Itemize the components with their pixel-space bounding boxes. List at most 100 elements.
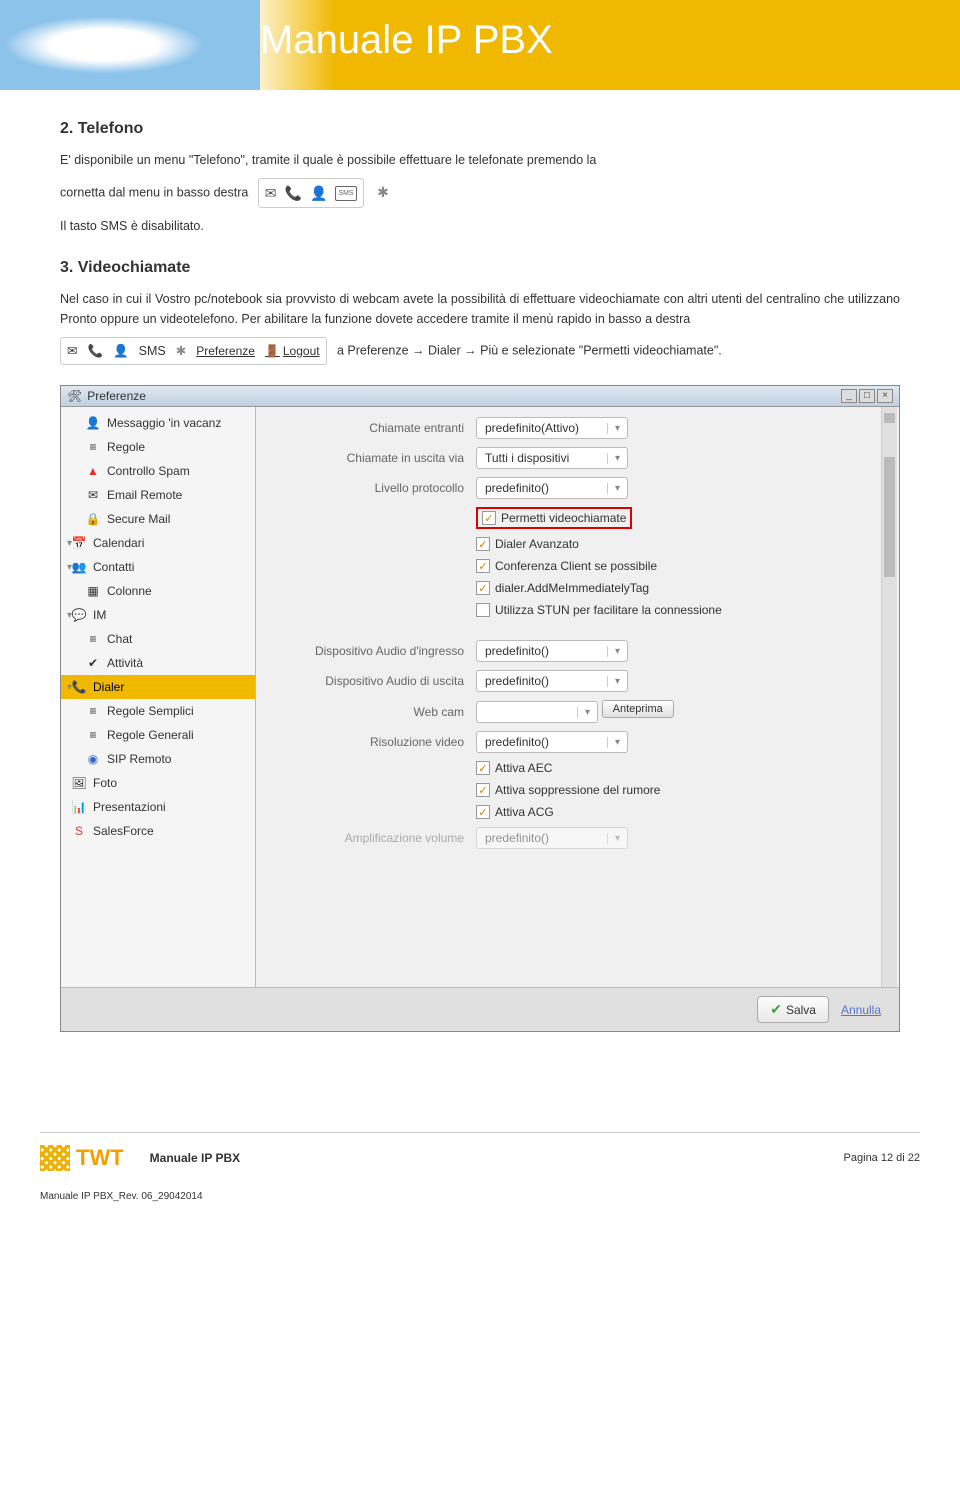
- sidebar-item[interactable]: 📊Presentazioni: [61, 795, 255, 819]
- video-res-dropdown[interactable]: predefinito()▾: [476, 731, 628, 753]
- collapse-icon[interactable]: ▾: [67, 682, 72, 693]
- allow-videocall-checkbox[interactable]: Permetti videochiamate: [482, 511, 626, 525]
- checkbox-label: Conferenza Client se possibile: [495, 559, 657, 573]
- sidebar-item[interactable]: ≡Regole Semplici: [61, 699, 255, 723]
- sms-icon[interactable]: SMS: [335, 186, 356, 201]
- sidebar-item[interactable]: ◉SIP Remoto: [61, 747, 255, 771]
- person-icon[interactable]: 👤: [310, 182, 327, 204]
- sidebar-item-dialer[interactable]: ▾📞Dialer: [61, 675, 255, 699]
- save-button[interactable]: ✔Salva: [757, 996, 829, 1023]
- text: a Preferenze → Dialer → Più e selezionat…: [337, 344, 722, 358]
- section-2-line-toolbar: cornetta dal menu in basso destra ✉ 📞 👤 …: [60, 178, 900, 208]
- incoming-calls-dropdown[interactable]: predefinito(Attivo)▾: [476, 417, 628, 439]
- header-title: Manuale IP PBX: [260, 18, 553, 63]
- field-label: Web cam: [266, 705, 476, 719]
- sidebar-item[interactable]: 🔒Secure Mail: [61, 507, 255, 531]
- chevron-down-icon: ▾: [607, 483, 627, 494]
- sidebar-item[interactable]: SSalesForce: [61, 819, 255, 843]
- phone-icon[interactable]: 📞: [87, 341, 103, 361]
- phone-icon[interactable]: 📞: [285, 182, 302, 204]
- sidebar-item[interactable]: 👤Messaggio 'in vacanz: [61, 411, 255, 435]
- dropdown-value: predefinito(): [477, 674, 607, 688]
- mail-icon: ✉: [85, 487, 101, 503]
- scrollbar[interactable]: [881, 407, 897, 987]
- footer-title: Manuale IP PBX: [150, 1151, 240, 1165]
- page-number: Pagina 12 di 22: [844, 1152, 920, 1164]
- webcam-dropdown[interactable]: ▾: [476, 701, 598, 723]
- label: Dialer: [93, 680, 124, 694]
- preferences-footer: ✔Salva Annulla: [61, 987, 899, 1031]
- client-conference-checkbox[interactable]: Conferenza Client se possibile: [476, 559, 879, 573]
- mail-icon[interactable]: ✉: [67, 341, 77, 361]
- twt-logo: TWT Manuale IP PBX: [40, 1145, 240, 1171]
- field-label: Risoluzione video: [266, 735, 476, 749]
- sidebar-item[interactable]: ≡Regole Generali: [61, 723, 255, 747]
- mail-icon[interactable]: ✉: [265, 182, 277, 204]
- sidebar-item[interactable]: ▦Colonne: [61, 579, 255, 603]
- cancel-link[interactable]: Annulla: [841, 1003, 881, 1017]
- header-cloud-image: [0, 0, 260, 90]
- preview-button[interactable]: Anteprima: [602, 700, 674, 718]
- aec-checkbox[interactable]: Attiva AEC: [476, 761, 879, 775]
- chevron-down-icon: ▾: [607, 453, 627, 464]
- close-button[interactable]: ×: [877, 389, 893, 403]
- sidebar-item[interactable]: ▲Controllo Spam: [61, 459, 255, 483]
- section-2-heading: 2. Telefono: [60, 120, 900, 138]
- checkbox-label: Attiva soppressione del rumore: [495, 783, 660, 797]
- gear-icon[interactable]: ✱: [377, 184, 389, 200]
- minimize-button[interactable]: _: [841, 389, 857, 403]
- lines-icon: ≡: [85, 727, 101, 743]
- stun-checkbox[interactable]: Utilizza STUN per facilitare la connessi…: [476, 603, 879, 617]
- dropdown-value: predefinito(Attivo): [477, 421, 607, 435]
- check-icon: ✔: [85, 655, 101, 671]
- noise-checkbox[interactable]: Attiva soppressione del rumore: [476, 783, 879, 797]
- audio-in-dropdown[interactable]: predefinito()▾: [476, 640, 628, 662]
- sidebar-item[interactable]: ▾📅Calendari: [61, 531, 255, 555]
- section-2-paragraph-1: E' disponibile un menu "Telefono", trami…: [60, 150, 900, 170]
- label: SalesForce: [93, 824, 154, 838]
- contact-icon: 👥: [71, 559, 87, 575]
- sidebar-item[interactable]: ▾👥 Contatti: [61, 555, 255, 579]
- maximize-button[interactable]: □: [859, 389, 875, 403]
- amplification-dropdown[interactable]: predefinito()▾: [476, 827, 628, 849]
- sidebar-item[interactable]: ✉Email Remote: [61, 483, 255, 507]
- scroll-thumb[interactable]: [884, 457, 895, 577]
- window-controls: _ □ ×: [841, 389, 893, 403]
- advanced-dialer-checkbox[interactable]: Dialer Avanzato: [476, 537, 879, 551]
- dropdown-value: Tutti i dispositivi: [477, 451, 607, 465]
- scroll-arrow-up[interactable]: [884, 413, 895, 423]
- dropdown-value: predefinito(): [477, 644, 607, 658]
- audio-out-dropdown[interactable]: predefinito()▾: [476, 670, 628, 692]
- window-icon: 🛠: [67, 389, 82, 403]
- addme-checkbox[interactable]: dialer.AddMeImmediatelyTag: [476, 581, 879, 595]
- field-label: Chiamate entranti: [266, 421, 476, 435]
- sms-icon[interactable]: SMS: [139, 341, 166, 361]
- collapse-icon[interactable]: ▾: [67, 610, 72, 621]
- protocol-level-dropdown[interactable]: predefinito()▾: [476, 477, 628, 499]
- preferenze-link[interactable]: Preferenze: [196, 342, 255, 361]
- outgoing-calls-dropdown[interactable]: Tutti i dispositivi▾: [476, 447, 628, 469]
- field-label: Livello protocollo: [266, 481, 476, 495]
- sidebar-item[interactable]: 🖼Foto: [61, 771, 255, 795]
- sidebar-item[interactable]: ≡Chat: [61, 627, 255, 651]
- collapse-icon[interactable]: ▾: [67, 562, 72, 573]
- acg-checkbox[interactable]: Attiva ACG: [476, 805, 879, 819]
- mini-toolbar-2: ✉ 📞 👤 SMS ✱ Preferenze 🚪Logout: [60, 337, 327, 365]
- logout-link[interactable]: 🚪Logout: [265, 342, 320, 361]
- label: Regole Semplici: [107, 704, 194, 718]
- preferences-window: 🛠 Preferenze _ □ × 👤Messaggio 'in vacanz…: [60, 385, 900, 1032]
- person-icon[interactable]: 👤: [113, 341, 129, 361]
- sidebar-item[interactable]: ≡Regole: [61, 435, 255, 459]
- text: E' disponibile un menu "Telefono", trami…: [60, 153, 596, 167]
- sidebar-item[interactable]: ▾💬IM: [61, 603, 255, 627]
- sidebar-item[interactable]: ✔Attività: [61, 651, 255, 675]
- label: Calendari: [93, 536, 144, 550]
- checkbox-label: dialer.AddMeImmediatelyTag: [495, 581, 649, 595]
- logo-text: TWT: [76, 1145, 124, 1171]
- label: Contatti: [93, 560, 134, 574]
- chevron-down-icon: ▾: [607, 737, 627, 748]
- label: Colonne: [107, 584, 152, 598]
- collapse-icon[interactable]: ▾: [67, 538, 72, 549]
- label: SIP Remoto: [107, 752, 171, 766]
- label: Controllo Spam: [107, 464, 190, 478]
